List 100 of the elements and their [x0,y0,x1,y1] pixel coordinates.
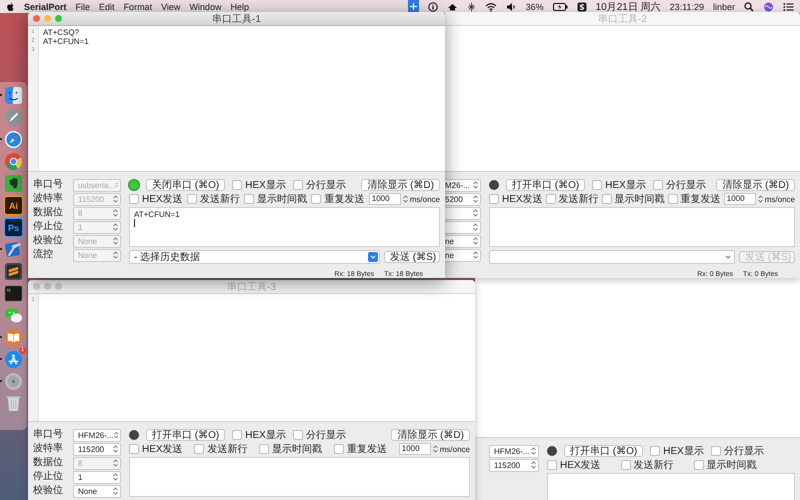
apple-logo-icon[interactable] [6,2,15,12]
stepper-icon [114,431,118,439]
interval-field[interactable]: 1000 [398,443,431,455]
menu-item[interactable]: Help [230,2,249,12]
close-button[interactable] [33,283,40,290]
checkbox[interactable] [650,446,660,456]
compass-icon[interactable] [4,130,23,149]
info-icon[interactable] [428,2,438,12]
setting-label: 串口号 [33,429,64,441]
checkbox[interactable] [244,194,254,204]
dropdown[interactable]: None [73,484,121,498]
checkbox[interactable] [602,194,612,204]
checkbox[interactable] [259,444,270,454]
chevron-icon[interactable] [368,252,378,262]
checkbox[interactable] [129,444,139,454]
volume-icon[interactable] [506,2,517,12]
ring-logo-icon[interactable] [4,152,23,171]
dropdown[interactable]: HFM26-... [489,444,539,458]
trash-icon[interactable] [4,394,23,413]
dropdown[interactable]: 115200 [489,458,539,472]
dropdown[interactable]: ne [445,234,481,248]
checkbox[interactable] [292,430,303,440]
checkbox[interactable] [232,180,242,190]
menu-item[interactable]: Format [124,2,152,12]
sparkle-icon[interactable] [466,2,476,12]
chat-bubbles-icon[interactable] [4,306,23,325]
checkbox[interactable] [592,180,602,190]
port-toggle-button[interactable]: 打开串口 (⌘O) [564,445,644,457]
input-field[interactable]: AT+CFUN=1 [129,207,440,247]
checkbox[interactable] [668,194,678,204]
history-combobox[interactable]: - 选择历史数据 [129,250,380,264]
input-field[interactable] [129,457,470,497]
terminal-icon[interactable] [4,284,23,303]
checkbox[interactable] [194,444,204,454]
text-editor[interactable] [445,26,800,172]
dropdown[interactable]: 1 [73,470,121,484]
dropdown[interactable]: 5200 [445,192,481,206]
checkbox[interactable] [334,444,344,454]
wifi-icon[interactable] [484,2,497,12]
dropdown[interactable]: HFM26-... [73,428,121,442]
stripes-icon[interactable] [4,262,23,281]
app-icon[interactable]: Ai [4,196,23,215]
search-icon[interactable] [744,2,754,12]
book-icon[interactable] [4,328,23,347]
dropdown[interactable] [445,220,481,234]
interval-field[interactable]: 1000 [724,193,756,205]
dropdown[interactable]: ne [445,248,481,262]
siri-icon[interactable] [763,2,774,12]
port-toggle-button[interactable]: 打开串口 (⌘O) [506,179,586,191]
clear-button[interactable]: 清除显示 (⌘D) [716,179,795,191]
checkbox[interactable] [186,194,197,204]
port-toggle-button[interactable]: 关闭串口 (⌘O) [146,179,226,191]
minimize-button[interactable] [44,15,51,22]
checkbox[interactable] [489,194,499,204]
hammer-icon[interactable] [4,240,23,259]
zoom-button[interactable] [55,15,62,22]
menu-item[interactable]: File [76,2,90,12]
dropdown[interactable]: M26-... [445,178,481,192]
menu-clock[interactable]: 23:11:29 [670,2,704,12]
menu-item[interactable]: Edit [99,2,115,12]
disk-icon[interactable] [4,372,23,391]
face-icon[interactable] [4,86,23,105]
text-editor[interactable] [475,278,800,438]
menu-item[interactable]: Window [189,2,222,12]
checkbox-label: 显示时间戳 [706,458,757,472]
history-combobox[interactable] [489,250,735,264]
brush-icon[interactable] [4,350,23,369]
checkbox[interactable] [546,194,556,204]
clear-button[interactable]: 清除显示 (⌘D) [391,429,470,441]
square-app-icon[interactable] [576,2,587,12]
app-menu[interactable]: SerialPort [24,2,67,12]
checkbox[interactable] [620,460,631,470]
checkbox[interactable] [232,430,242,440]
list-icon[interactable] [783,2,794,12]
clear-button[interactable]: 清除显示 (⌘D) [361,179,440,191]
menu-item[interactable]: View [161,2,180,12]
checkbox[interactable] [694,460,704,470]
stepper-icon [113,487,118,495]
port-toggle-button[interactable]: 打开串口 (⌘O) [146,429,226,441]
zoom-button[interactable] [55,283,62,290]
stepper-icon [473,181,478,189]
send-button[interactable]: 发送 (⌘S) [384,251,440,263]
checkbox[interactable] [547,460,557,470]
checkbox[interactable] [311,194,322,204]
menu-date[interactable]: 10月21日 周六 [596,0,661,14]
user-name[interactable]: linber [712,2,735,12]
plus-icon[interactable] [408,0,419,13]
battery-icon[interactable] [552,2,568,12]
checkbox[interactable] [652,180,663,190]
checkbox[interactable] [292,180,303,190]
checkbox[interactable] [129,194,139,204]
input-field[interactable] [489,207,795,247]
dropdown[interactable]: 115200 [73,442,121,456]
elephant-icon[interactable] [4,174,23,193]
minimize-button[interactable] [44,283,51,290]
interval-field[interactable]: 1000 [368,193,401,205]
close-button[interactable] [33,15,40,22]
checkbox[interactable] [710,446,721,456]
dropdown[interactable] [445,206,481,220]
app-icon[interactable]: Ps [4,218,23,237]
